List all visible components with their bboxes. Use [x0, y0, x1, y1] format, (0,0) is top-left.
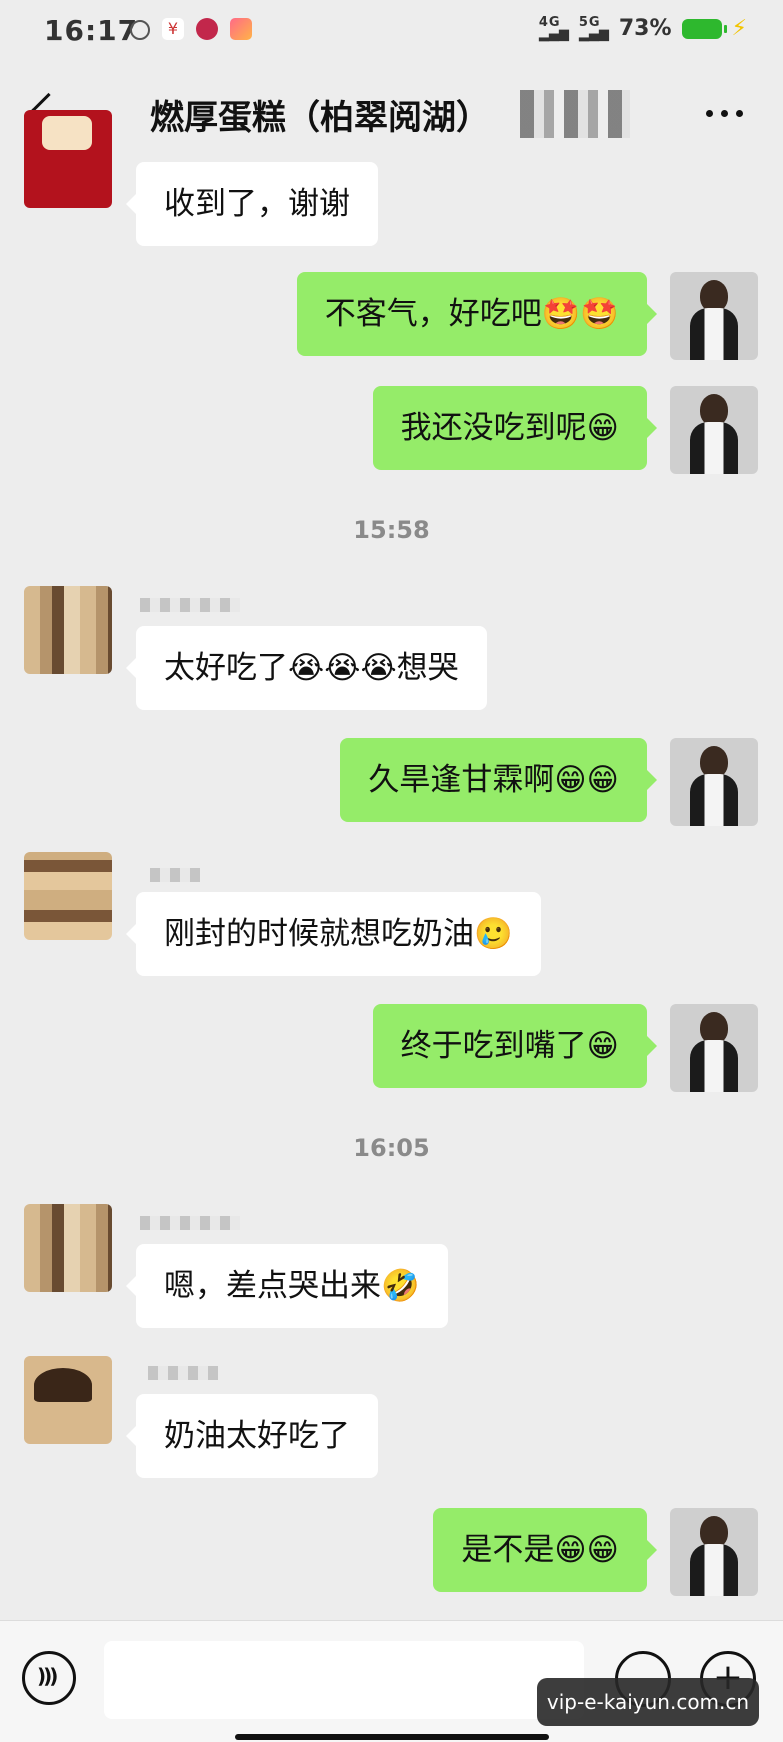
chat-title: 燃厚蛋糕（柏翠阅湖） — [150, 98, 490, 138]
avatar-self[interactable] — [670, 386, 758, 474]
signal-4g-icon: 4G ▂▄▆ — [538, 14, 569, 42]
battery-percent: 73% — [618, 16, 672, 41]
message-bubble-incoming[interactable]: 太好吃了😭😭😭想哭 — [126, 626, 487, 710]
message-bubble-incoming[interactable]: 奶油太好吃了 — [126, 1394, 378, 1478]
sender-nickname-blurred — [140, 1216, 240, 1230]
avatar[interactable] — [24, 110, 112, 208]
sender-nickname-blurred — [150, 868, 200, 882]
status-time: 16:17 — [44, 14, 139, 47]
notification-icons: ¥ — [130, 18, 252, 40]
message-bubble-outgoing[interactable]: 不客气，好吃吧🤩🤩 — [296, 272, 658, 356]
message-bubble-outgoing[interactable]: 久旱逢甘霖啊😁😁 — [340, 738, 657, 822]
avatar-self[interactable] — [670, 272, 758, 360]
timestamp: 16:05 — [353, 1134, 430, 1162]
charging-icon: ⚡ — [731, 16, 747, 41]
more-button[interactable] — [706, 110, 743, 117]
unionpay-notification-icon — [196, 18, 218, 40]
watermark: vip-e-kaiyun.com.cn — [537, 1678, 759, 1726]
sender-nickname-blurred — [140, 598, 240, 612]
avatar[interactable] — [24, 1356, 112, 1444]
avatar-self[interactable] — [670, 1508, 758, 1596]
app-notification-icon — [230, 18, 252, 40]
avatar-self[interactable] — [670, 1004, 758, 1092]
message-bubble-outgoing[interactable]: 终于吃到嘴了😁 — [372, 1004, 658, 1088]
message-input[interactable] — [104, 1641, 584, 1719]
bank-notification-icon: ¥ — [162, 18, 184, 40]
status-right: 4G ▂▄▆ 5G ▂▄▆ 73% ⚡ — [538, 14, 747, 42]
more-dots-icon — [706, 110, 713, 117]
avatar[interactable] — [24, 586, 112, 674]
sender-nickname-blurred — [148, 1366, 218, 1380]
voice-button[interactable] — [22, 1651, 76, 1705]
message-bubble-incoming[interactable]: 嗯，差点哭出来🤣 — [126, 1244, 448, 1328]
chat-header: 燃厚蛋糕（柏翠阅湖） — [0, 64, 783, 164]
signal-5g-icon: 5G ▂▄▆ — [578, 14, 609, 42]
home-indicator — [235, 1734, 549, 1740]
status-bar: 16:17 ¥ 4G ▂▄▆ 5G ▂▄▆ 73% ⚡ — [0, 0, 783, 64]
chat-notification-icon — [130, 20, 150, 40]
timestamp: 15:58 — [353, 516, 430, 544]
avatar-self[interactable] — [670, 738, 758, 826]
message-bubble-incoming[interactable]: 刚封的时候就想吃奶油🥲 — [126, 892, 541, 976]
message-bubble-outgoing[interactable]: 是不是😁😁 — [433, 1508, 657, 1592]
message-bubble-outgoing[interactable]: 我还没吃到呢😁 — [372, 386, 658, 470]
battery-icon — [681, 18, 727, 39]
message-bubble-incoming[interactable]: 收到了，谢谢 — [126, 162, 378, 246]
avatar[interactable] — [24, 852, 112, 940]
title-member-count-blurred — [520, 90, 630, 138]
avatar[interactable] — [24, 1204, 112, 1292]
